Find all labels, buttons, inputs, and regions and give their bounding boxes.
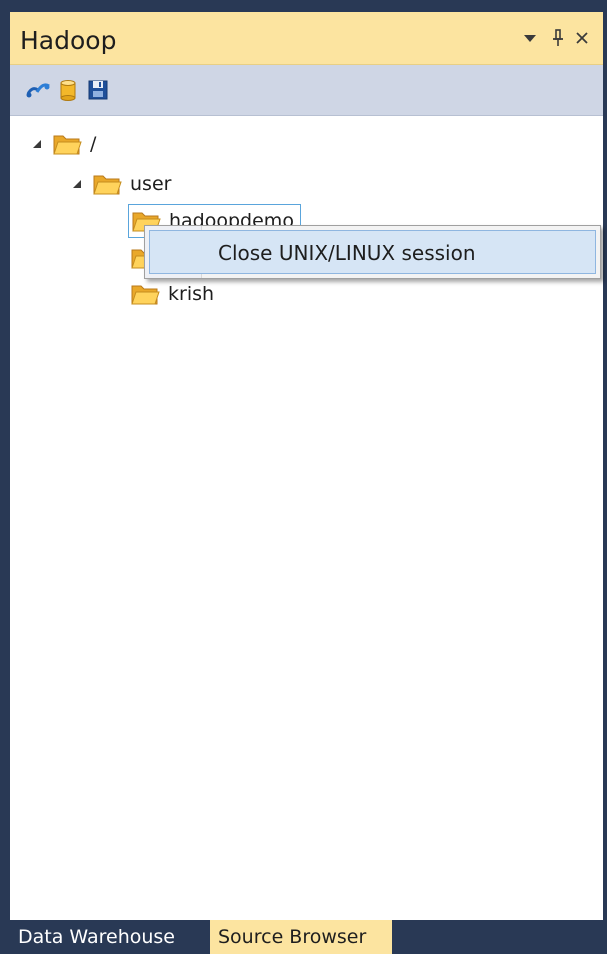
expanded-arrow-icon[interactable] bbox=[70, 177, 84, 191]
tree-node-label: / bbox=[90, 133, 97, 155]
connect-icon[interactable] bbox=[24, 76, 52, 104]
save-icon[interactable] bbox=[84, 76, 112, 104]
tree-node-label: user bbox=[130, 173, 172, 195]
menu-item-label: Close UNIX/LINUX session bbox=[218, 241, 476, 265]
tree-node-root[interactable]: / bbox=[30, 128, 96, 160]
open-folder-icon bbox=[53, 135, 82, 155]
panel-toolbar bbox=[10, 65, 603, 116]
open-folder-icon bbox=[93, 175, 122, 195]
expanded-arrow-icon[interactable] bbox=[30, 137, 44, 151]
tree-node-user[interactable]: user bbox=[70, 168, 171, 200]
bottom-tab-strip: Data Warehouse Source Browser bbox=[10, 920, 603, 954]
window-position-dropdown-icon[interactable] bbox=[520, 26, 540, 50]
pin-icon[interactable] bbox=[548, 26, 568, 50]
tab-label: Data Warehouse bbox=[18, 926, 176, 948]
close-icon[interactable] bbox=[572, 26, 592, 50]
tab-label: Source Browser bbox=[218, 926, 367, 948]
context-menu: Close UNIX/LINUX session bbox=[144, 225, 601, 279]
tree-node-krish[interactable]: krish bbox=[130, 278, 214, 310]
database-icon[interactable] bbox=[54, 76, 82, 104]
close-unix-linux-session-menu-item[interactable]: Close UNIX/LINUX session bbox=[149, 230, 596, 274]
hadoop-panel: Hadoop / user hadoopdemo krish bbox=[10, 12, 603, 920]
tab-data-warehouse[interactable]: Data Warehouse bbox=[10, 920, 208, 954]
tree-node-label: krish bbox=[168, 283, 215, 305]
panel-title: Hadoop bbox=[20, 26, 117, 55]
tab-source-browser[interactable]: Source Browser bbox=[210, 920, 392, 954]
open-folder-icon bbox=[131, 285, 160, 305]
panel-title-bar: Hadoop bbox=[10, 12, 603, 65]
